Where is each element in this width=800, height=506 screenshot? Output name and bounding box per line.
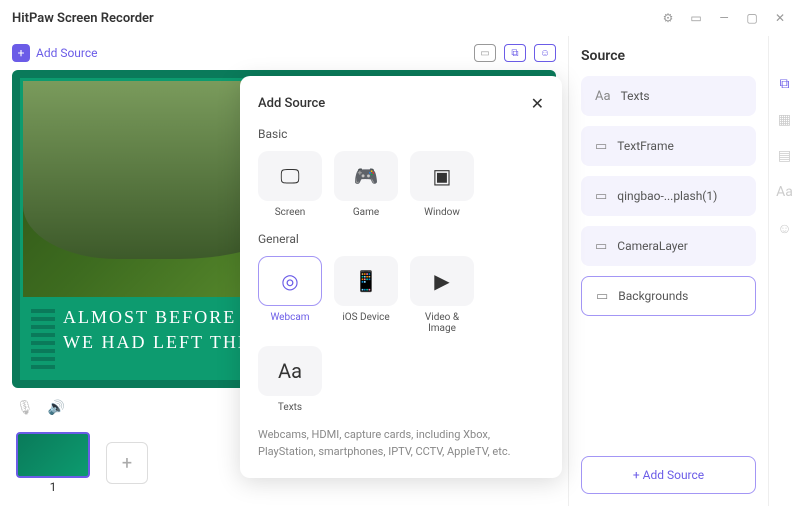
source-item-textframe[interactable]: ▭ TextFrame <box>581 126 756 166</box>
mode-icons: ▭ ⧉ ☺ <box>474 44 556 62</box>
tile-label: Game <box>353 207 379 218</box>
source-sidebar: Source Aa Texts ▭ TextFrame ▭ qingbao-..… <box>568 36 768 506</box>
tile-webcam[interactable]: ◎ Webcam <box>258 256 322 334</box>
window-controls: ⚙ ▭ — ▢ ✕ <box>660 11 788 25</box>
mic-icon[interactable]: 🎙 <box>16 400 34 416</box>
image-icon: ▭ <box>595 139 607 154</box>
section-general-label: General <box>258 232 544 246</box>
add-source-btn-label: + Add Source <box>633 468 704 482</box>
app-title: HitPaw Screen Recorder <box>12 11 154 26</box>
webcam-icon: ◎ <box>258 256 322 306</box>
source-item-backgrounds[interactable]: ▭ Backgrounds <box>581 276 756 316</box>
layout-icon[interactable]: ▭ <box>688 11 704 25</box>
close-icon[interactable]: ✕ <box>772 11 788 25</box>
thumb-image <box>16 432 90 478</box>
general-grid: ◎ Webcam 📱 iOS Device ▶ Video & Image Aa… <box>258 256 544 413</box>
mode-dual-icon[interactable]: ⧉ <box>504 44 526 62</box>
vtab-layers-icon[interactable]: ⧉ <box>780 76 790 92</box>
source-item-label: TextFrame <box>617 139 674 153</box>
tile-label: Window <box>424 207 460 218</box>
text-icon: Aa <box>258 346 322 396</box>
minimize-icon[interactable]: — <box>716 11 732 25</box>
caption-ornament <box>31 305 55 369</box>
sidebar-title: Source <box>581 48 756 64</box>
modal-title: Add Source <box>258 96 325 111</box>
add-source-button[interactable]: + Add Source <box>581 456 756 494</box>
source-item-label: Backgrounds <box>618 289 688 303</box>
scene-thumb-1[interactable]: 1 <box>16 432 90 494</box>
tile-label: Screen <box>275 207 306 218</box>
modal-close-icon[interactable]: ✕ <box>531 94 544 113</box>
tile-label: Video & Image <box>410 312 474 334</box>
plus-icon: + <box>12 44 30 62</box>
ios-icon: 📱 <box>334 256 398 306</box>
vtab-grid-icon[interactable]: ▦ <box>778 112 791 128</box>
tile-ios[interactable]: 📱 iOS Device <box>334 256 398 334</box>
section-basic-label: Basic <box>258 127 544 141</box>
source-item-label: CameraLayer <box>617 239 688 253</box>
source-item-camera[interactable]: ▭ CameraLayer <box>581 226 756 266</box>
modal-description: Webcams, HDMI, capture cards, including … <box>258 427 544 460</box>
tile-label: Webcam <box>270 312 309 323</box>
modal-header: Add Source ✕ <box>258 94 544 113</box>
vtab-text-icon[interactable]: Aa <box>776 184 793 200</box>
tile-label: iOS Device <box>342 312 389 323</box>
source-item-label: Texts <box>621 89 650 103</box>
media-icon: ▶ <box>410 256 474 306</box>
source-item-texts[interactable]: Aa Texts <box>581 76 756 116</box>
window-icon: ▣ <box>410 151 474 201</box>
vtab-user-icon[interactable]: ☺ <box>777 220 791 237</box>
left-toolbar: + Add Source ▭ ⧉ ☺ <box>12 44 556 62</box>
source-item-qingbao[interactable]: ▭ qingbao-...plash(1) <box>581 176 756 216</box>
game-icon: 🎮 <box>334 151 398 201</box>
maximize-icon[interactable]: ▢ <box>744 11 760 25</box>
basic-grid: 🖵 Screen 🎮 Game ▣ Window <box>258 151 544 218</box>
tile-window[interactable]: ▣ Window <box>410 151 474 218</box>
tile-screen[interactable]: 🖵 Screen <box>258 151 322 218</box>
image-icon: ▭ <box>595 189 607 204</box>
source-item-label: qingbao-...plash(1) <box>617 189 717 203</box>
tile-texts[interactable]: Aa Texts <box>258 346 322 413</box>
screen-icon: 🖵 <box>258 151 322 201</box>
audio-controls: 🎙 🔊 <box>16 400 65 416</box>
add-scene-button[interactable]: + <box>106 442 148 484</box>
tile-game[interactable]: 🎮 Game <box>334 151 398 218</box>
add-source-link[interactable]: + Add Source <box>12 44 98 62</box>
add-source-modal: Add Source ✕ Basic 🖵 Screen 🎮 Game ▣ Win… <box>240 76 562 478</box>
mode-single-icon[interactable]: ▭ <box>474 44 496 62</box>
speaker-icon[interactable]: 🔊 <box>48 400 65 416</box>
mode-person-icon[interactable]: ☺ <box>534 44 556 62</box>
settings-icon[interactable]: ⚙ <box>660 11 676 25</box>
vertical-tabs: ⧉ ▦ ▤ Aa ☺ <box>768 36 800 506</box>
tile-label: Texts <box>278 402 302 413</box>
titlebar: HitPaw Screen Recorder ⚙ ▭ — ▢ ✕ <box>0 0 800 36</box>
source-list: Aa Texts ▭ TextFrame ▭ qingbao-...plash(… <box>581 76 756 448</box>
tile-video-image[interactable]: ▶ Video & Image <box>410 256 474 334</box>
thumb-label: 1 <box>16 480 90 494</box>
image-icon: ▭ <box>596 289 608 304</box>
image-icon: ▭ <box>595 239 607 254</box>
vtab-filter-icon[interactable]: ▤ <box>778 148 791 164</box>
text-icon: Aa <box>595 89 611 104</box>
add-source-label: Add Source <box>36 46 98 60</box>
